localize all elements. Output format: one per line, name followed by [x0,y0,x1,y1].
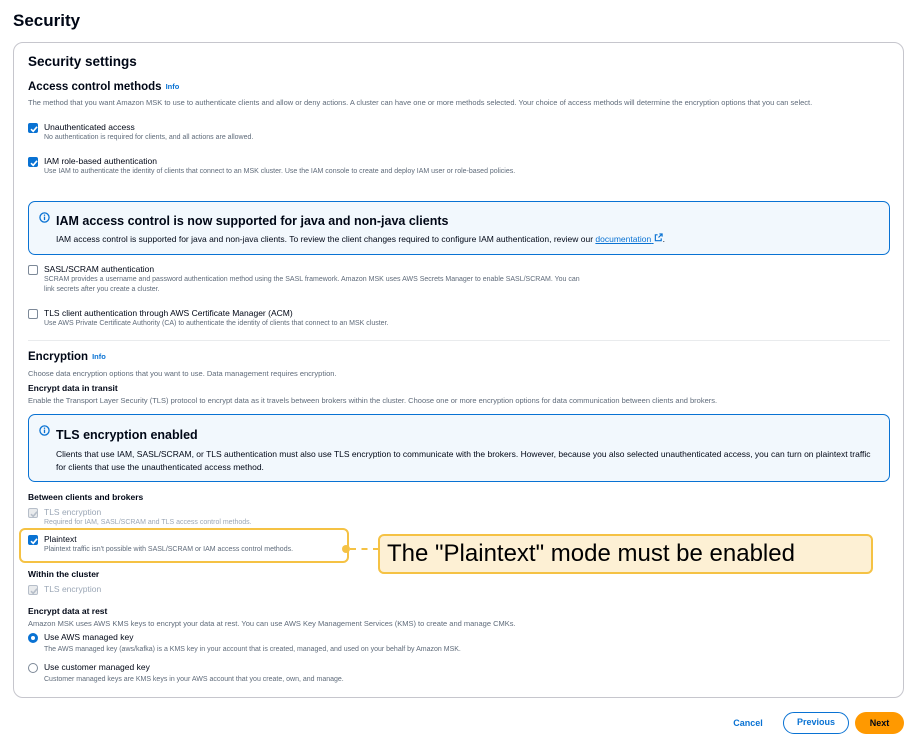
aws-managed-key-label: Use AWS managed key [44,632,134,642]
encrypt-in-transit-description: Enable the Transport Layer Security (TLS… [28,396,718,405]
section-divider [28,340,890,341]
within-cluster-tls-label: TLS encryption [44,584,102,594]
iam-role-based-checkbox[interactable] [28,157,38,167]
tls-alert-title: TLS encryption enabled [56,428,198,442]
customer-managed-key-label: Use customer managed key [44,662,150,672]
next-button[interactable]: Next [855,712,904,734]
within-cluster-heading: Within the cluster [28,569,100,579]
panel-title: Security settings [28,54,137,69]
external-link-icon [654,233,663,242]
iam-alert-body-text: IAM access control is supported for java… [56,234,594,244]
iam-alert-body-end: . [662,234,665,244]
unauthenticated-access-label: Unauthenticated access [44,122,135,132]
info-circle-icon [39,425,50,436]
encrypt-in-transit-heading: Encrypt data in transit [28,383,118,393]
iam-alert-title: IAM access control is now supported for … [56,214,449,228]
sasl-scram-label: SASL/SCRAM authentication [44,264,155,274]
within-cluster-tls-checkbox[interactable] [28,585,38,595]
access-control-description: The method that you want Amazon MSK to u… [28,98,813,107]
tls-alert-body: Clients that use IAM, SASL/SCRAM, or TLS… [56,449,871,472]
encryption-heading-text: Encryption [28,351,89,363]
previous-button[interactable]: Previous [783,712,849,734]
unauthenticated-access-description: No authentication is required for client… [44,134,254,141]
aws-managed-key-radio[interactable] [28,633,38,643]
encryption-description: Choose data encryption options that you … [28,369,337,378]
callout-connector-line [350,548,379,550]
tls-info-alert: TLS encryption enabled Clients that use … [28,414,890,482]
cancel-button[interactable]: Cancel [722,713,774,733]
check-icon [30,160,38,167]
iam-info-alert: IAM access control is now supported for … [28,201,890,255]
check-icon [30,588,38,595]
tls-client-auth-description: Use AWS Private Certificate Authority (C… [44,320,389,327]
annotation-callout: The "Plaintext" mode must be enabled [378,534,873,574]
tls-client-auth-checkbox[interactable] [28,309,38,319]
check-icon [30,126,38,133]
customer-managed-key-radio[interactable] [28,663,38,673]
encrypt-at-rest-description: Amazon MSK uses AWS KMS keys to encrypt … [28,619,516,628]
tls-encryption-label: TLS encryption [44,507,102,517]
plaintext-highlight-box [19,528,349,563]
iam-alert-body: IAM access control is supported for java… [56,233,876,246]
documentation-link-text: documentation [595,234,652,244]
check-icon [30,511,38,518]
between-clients-brokers-heading: Between clients and brokers [28,492,144,502]
security-settings-panel: Security settings Access control methods… [13,42,904,698]
tls-encryption-description: Required for IAM, SASL/SCRAM and TLS acc… [44,519,252,526]
tls-client-auth-label: TLS client authentication through AWS Ce… [44,308,293,318]
customer-managed-key-description: Customer managed keys are KMS keys in yo… [44,676,344,683]
aws-managed-key-description: The AWS managed key (aws/kafka) is a KMS… [44,646,461,653]
encryption-info-link[interactable]: Info [92,352,106,361]
tls-encryption-checkbox[interactable] [28,508,38,518]
access-control-info-link[interactable]: Info [166,82,180,91]
documentation-link[interactable]: documentation [595,233,663,244]
sasl-scram-checkbox[interactable] [28,265,38,275]
access-control-heading: Access control methods Info [28,81,179,93]
iam-role-based-description: Use IAM to authenticate the identity of … [44,168,516,175]
info-circle-icon [39,212,50,223]
encryption-heading: Encryption Info [28,351,106,363]
unauthenticated-access-checkbox[interactable] [28,123,38,133]
encrypt-at-rest-heading: Encrypt data at rest [28,606,108,616]
page-title: Security [13,11,81,30]
sasl-scram-description: SCRAM provides a username and password a… [44,276,580,293]
iam-role-based-label: IAM role-based authentication [44,156,157,166]
callout-connector-dot [342,545,350,553]
access-control-heading-text: Access control methods [28,81,162,93]
